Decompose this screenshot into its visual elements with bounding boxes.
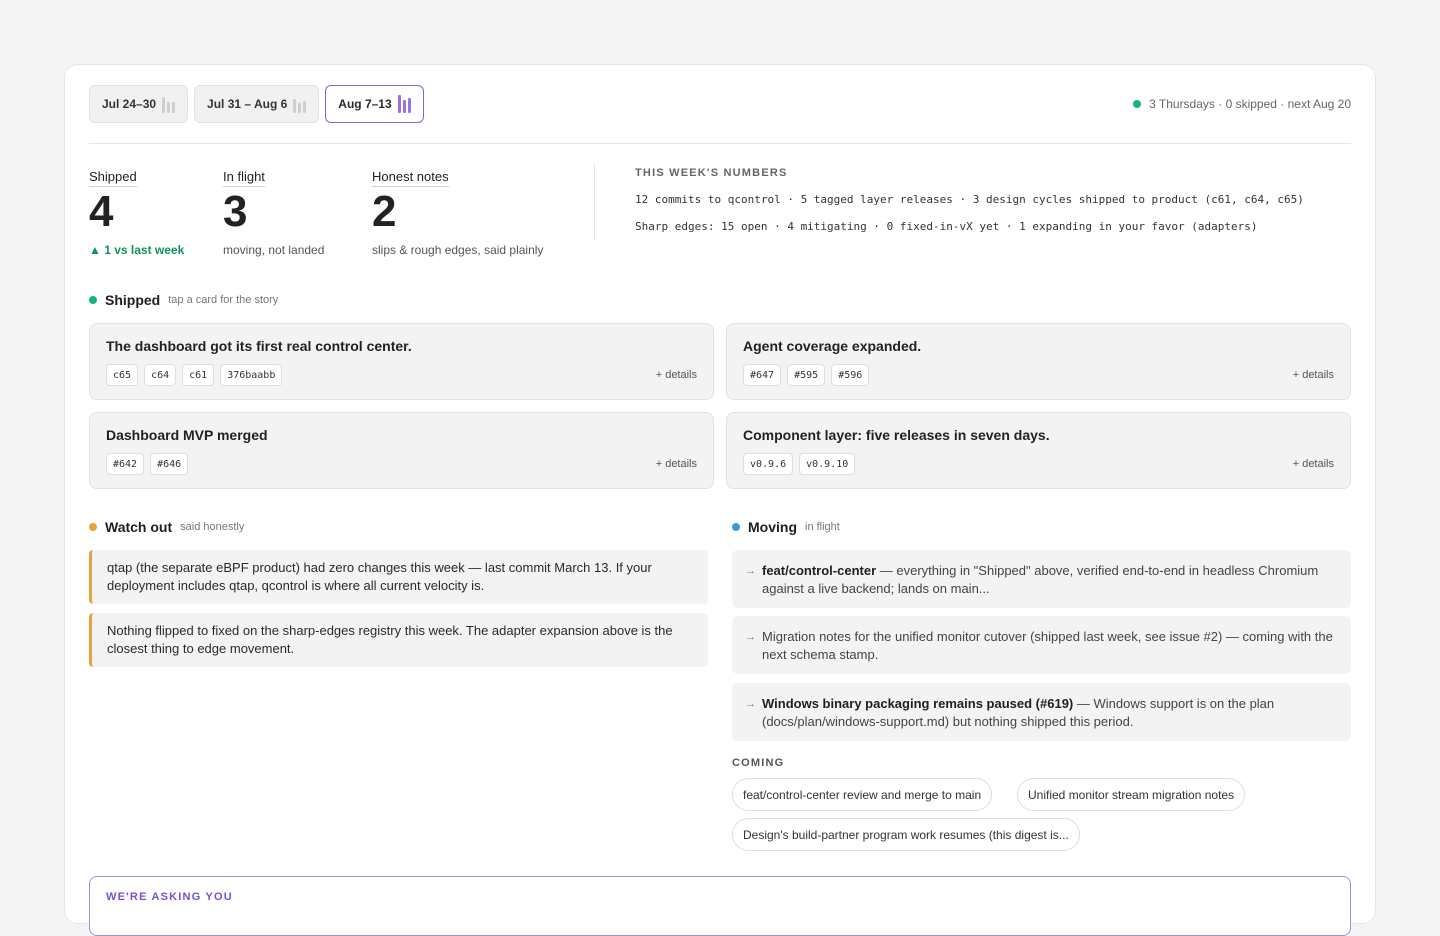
coming-pill[interactable]: feat/control-center review and merge to … [732,778,993,811]
ref-chip[interactable]: #595 [787,364,826,386]
week-tab-jul-31[interactable]: Jul 31 – Aug 6 [194,85,320,123]
moving-heading: Moving in flight [732,519,840,535]
shipped-card[interactable]: Dashboard MVP merged #642 #646 + details [89,412,714,489]
ref-chip[interactable]: 376baabb [220,364,283,386]
week-tab-jul-24[interactable]: Jul 24–30 [89,85,189,123]
arrow-right-icon: → [745,698,756,710]
watch-out-dot-icon [89,523,97,531]
moving-item: → Windows binary packaging remains pause… [732,683,1351,741]
ref-chip[interactable]: c61 [182,364,215,386]
weekly-numbers-commits: 12 commits to qcontrol · 5 tagged layer … [635,193,1304,206]
weekly-numbers-title: THIS WEEK'S NUMBERS [635,167,788,179]
activity-bars-icon [397,95,411,113]
shipped-heading: Shipped tap a card for the story [89,292,278,308]
cadence-status-text: 3 Thursdays · 0 skipped · next Aug 20 [1149,97,1351,111]
weekly-numbers: THIS WEEK'S NUMBERS 12 commits to qcontr… [635,167,1304,233]
shipped-card-title: The dashboard got its first real control… [106,338,412,354]
stat-value: 4 [89,187,114,236]
moving-hint: in flight [805,521,840,533]
ref-chip[interactable]: v0.9.6 [743,453,794,475]
weekly-numbers-sharp-edges: Sharp edges: 15 open · 4 mitigating · 0 … [635,220,1258,233]
ref-chip[interactable]: #647 [743,364,782,386]
ref-chip[interactable]: #646 [150,453,189,475]
details-toggle[interactable]: + details [1293,458,1334,470]
shipped-card-title: Agent coverage expanded. [743,338,922,354]
moving-item-title: Windows binary packaging remains paused … [762,696,1074,711]
activity-bars-icon [293,95,307,113]
ref-chips: v0.9.6 v0.9.10 [743,453,856,475]
cadence-status: 3 Thursdays · 0 skipped · next Aug 20 [1133,97,1351,111]
shipped-card-title: Dashboard MVP merged [106,427,268,443]
stat-sub: slips & rough edges, said plainly [372,243,544,257]
stat-honest-notes: Honest notes 2 slips & rough edges, said… [372,168,543,257]
digest-panel: Jul 24–30 Jul 31 – Aug 6 Aug 7–13 3 Thur… [64,64,1376,936]
shipped-title: Shipped [105,292,161,308]
stat-shipped: Shipped 4 ▲ 1 vs last week [89,168,184,257]
coming-pill[interactable]: Unified monitor stream migration notes [1017,778,1246,811]
stat-label: Honest notes [372,169,449,187]
asking-you-section: WE'RE ASKING YOU [89,876,1351,936]
moving-title: Moving [748,519,797,535]
moving-item: → feat/control-center — everything in "S… [732,550,1351,608]
stat-sub: moving, not landed [223,243,325,257]
week-tabs: Jul 24–30 Jul 31 – Aug 6 Aug 7–13 [89,85,424,123]
stat-value: 2 [372,187,397,236]
shipped-card[interactable]: The dashboard got its first real control… [89,323,714,400]
ref-chips: #642 #646 [106,453,189,475]
stat-label: Shipped [89,169,137,187]
ref-chip[interactable]: c64 [144,364,177,386]
stat-in-flight: In flight 3 moving, not landed [223,168,324,257]
watch-out-heading: Watch out said honestly [89,519,244,535]
coming-title: COMING [732,757,785,769]
shipped-hint: tap a card for the story [168,294,279,306]
stat-value: 3 [223,187,248,236]
details-toggle[interactable]: + details [656,458,697,470]
shipped-card[interactable]: Agent coverage expanded. #647 #595 #596 … [726,323,1351,400]
shipped-dot-icon [89,296,97,304]
asking-you-title: WE'RE ASKING YOU [106,891,233,903]
details-toggle[interactable]: + details [656,369,697,381]
stat-delta: ▲ 1 vs last week [89,243,185,257]
watch-out-hint: said honestly [180,521,245,533]
arrow-right-icon: → [745,631,756,643]
shipped-card[interactable]: Component layer: five releases in seven … [726,412,1351,489]
week-tab-label: Aug 7–13 [338,97,392,111]
watch-out-note: qtap (the separate eBPF product) had zer… [89,550,708,604]
ref-chips: #647 #595 #596 [743,364,870,386]
activity-bars-icon [162,95,176,113]
header-divider [89,143,1351,144]
ref-chips: c65 c64 c61 376baabb [106,364,283,386]
status-dot-icon [1133,100,1142,108]
ref-chip[interactable]: #642 [106,453,145,475]
stat-label: In flight [223,169,265,187]
moving-item: → Migration notes for the unified monito… [732,616,1351,674]
shipped-card-title: Component layer: five releases in seven … [743,427,1050,443]
week-tab-label: Jul 31 – Aug 6 [207,97,288,111]
ref-chip[interactable]: c65 [106,364,139,386]
week-tab-label: Jul 24–30 [102,97,157,111]
moving-item-text: Migration notes for the unified monitor … [762,629,1333,662]
details-toggle[interactable]: + details [1293,369,1334,381]
watch-out-title: Watch out [105,519,173,535]
week-tab-aug-7[interactable]: Aug 7–13 [325,85,424,123]
moving-item-title: feat/control-center [762,563,877,578]
ref-chip[interactable]: v0.9.10 [799,453,856,475]
stats-divider [594,164,595,240]
moving-dot-icon [732,523,740,531]
coming-pill[interactable]: Design's build-partner program work resu… [732,818,1080,851]
ref-chip[interactable]: #596 [831,364,870,386]
arrow-right-icon: → [745,565,756,577]
watch-out-note: Nothing flipped to fixed on the sharp-ed… [89,613,708,667]
